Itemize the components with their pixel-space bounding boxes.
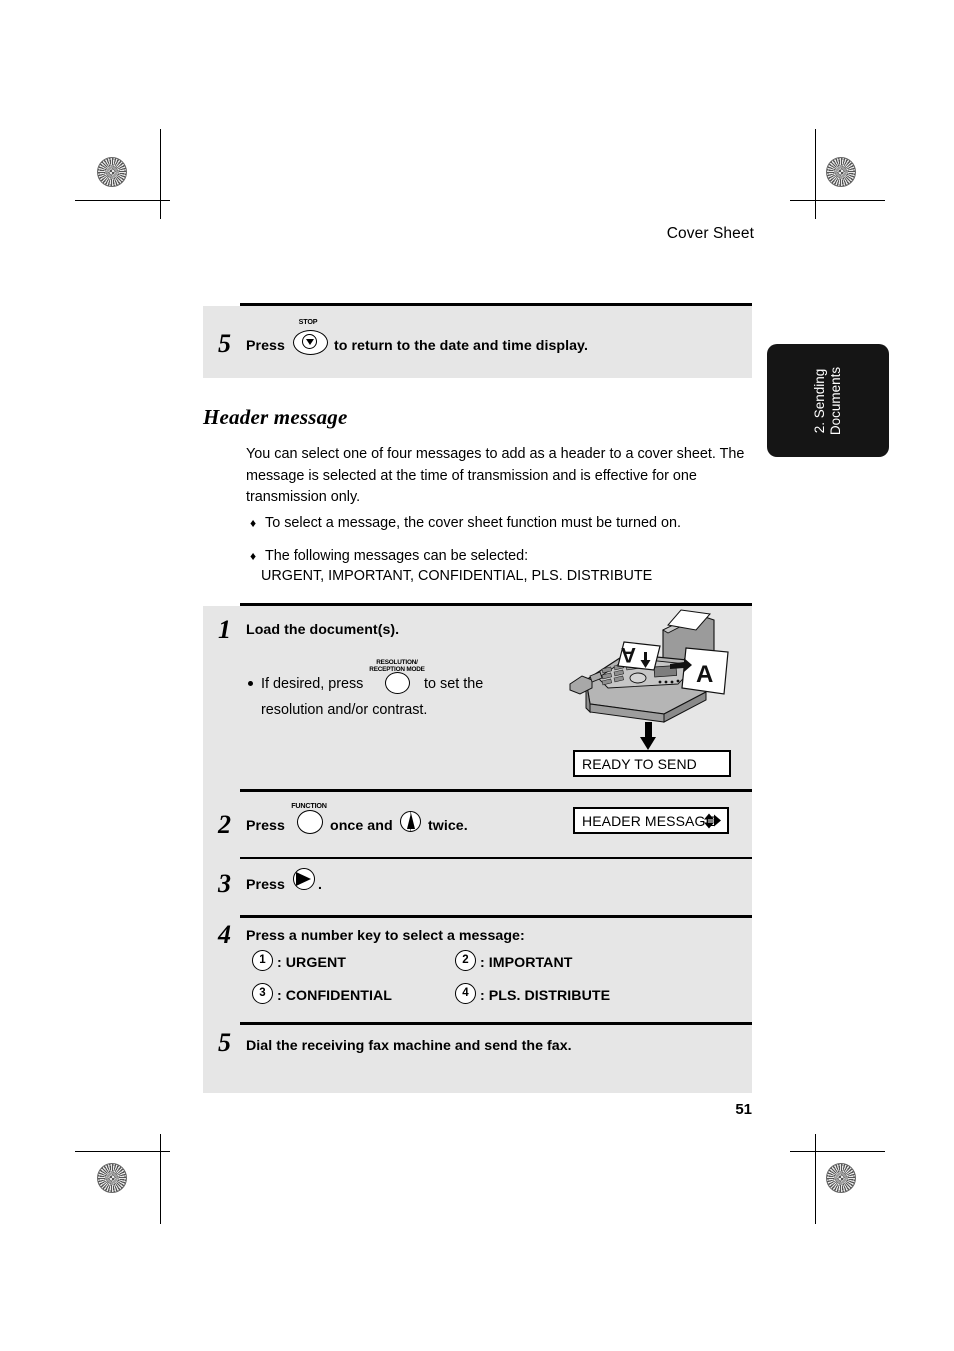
number-key-1[interactable]: 1 [252,950,273,971]
step3-number: 3 [218,869,231,898]
step3-rule [240,857,752,860]
step1-sub-text-line2: resolution and/or contrast. [261,702,428,718]
step1-sub-text-pre: If desired, press [261,676,364,692]
function-key-label: FUNCTION [291,801,327,810]
step5-rule [240,1022,752,1026]
step1-sub-text-post: to set the [424,676,484,692]
top-step-number: 5 [218,329,231,358]
chapter-thumb-tab-line2: Documents [828,366,843,435]
trim-line-top-left-h [75,200,170,202]
step2-end-text: twice. [428,818,468,834]
step3-press-label: Press [246,877,285,893]
bullet-glyph-1: ♦ [250,516,257,530]
trim-line-bottom-left-v [160,1134,162,1224]
function-key[interactable] [297,810,323,834]
chapter-thumb-tab-line1: 2. Sending [812,368,827,433]
step2-mid-text: once and [330,818,393,834]
chapter-thumb-tab-text: 2. Sending Documents [812,366,844,434]
registration-mark-bottom-center [446,1152,492,1198]
step1-sub-bullet [248,681,253,686]
number-key-2[interactable]: 2 [455,950,476,971]
lcd-display-ready-to-send: READY TO SEND [573,750,731,777]
registration-mark-mid-left [92,648,138,694]
lcd-arrow-indicators [704,813,721,828]
trim-line-top-right-h [790,200,885,202]
trim-line-bottom-right-v [815,1134,817,1224]
registration-mark-bottom-left-outer [92,1108,138,1154]
stop-key-label: STOP [298,317,318,326]
trim-line-bottom-right-h [790,1151,885,1153]
step5-title: Dial the receiving fax machine and send … [246,1038,572,1054]
registration-mark-mid-right [818,648,864,694]
step1-title: Load the document(s). [246,622,400,638]
step2-number: 2 [218,810,231,839]
registration-mark-bottom-right-outer [818,1108,864,1154]
top-step-press-label: Press [246,338,285,354]
arrow-right-icon [714,814,721,827]
number-key-3-label: : CONFIDENTIAL [277,988,392,1004]
lcd-header-message-text: HEADER MESSAGE [582,812,715,829]
svg-text:A: A [621,643,636,666]
registration-mark-bottom-right-inner [770,1152,816,1198]
stop-key[interactable] [293,330,328,355]
step2-rule [240,789,752,793]
resolution-reception-mode-key[interactable] [385,672,410,694]
bullet-glyph-2: ♦ [250,549,257,563]
step4-title: Press a number key to select a message: [246,928,525,944]
number-key-4[interactable]: 4 [455,983,476,1004]
start-arrow-icon [296,872,311,886]
trim-line-bottom-left-h [75,1151,170,1153]
bullet-item-2-line1: The following messages can be selected: [265,548,529,564]
bullet-item-2-line2: URGENT, IMPORTANT, CONFIDENTIAL, PLS. DI… [261,568,653,584]
registration-dot-top-right [826,157,856,187]
registration-dot-bottom-left [97,1163,127,1193]
number-key-1-label: : URGENT [277,955,346,971]
svg-text:A: A [696,661,713,688]
step2-press-label: Press [246,818,285,834]
step5-number: 5 [218,1028,231,1057]
number-key-2-label: : IMPORTANT [480,955,573,971]
registration-mark-top-right-inner [770,149,816,195]
bullet-item-1: To select a message, the cover sheet fun… [265,515,681,531]
step4-rule [240,915,752,919]
registration-dot-top-left [97,157,127,187]
section-intro-paragraph: You can select one of four messages to a… [246,446,745,505]
lcd-display-header-message: HEADER MESSAGE [573,807,729,834]
number-key-4-label: : PLS. DISTRIBUTE [480,988,611,1004]
page-number: 51 [735,1101,752,1118]
section-heading: Header message [203,405,348,429]
page-running-head: Cover Sheet [666,225,754,242]
step4-number: 4 [218,920,231,949]
arrow-up-key[interactable] [400,811,421,832]
registration-dot-bottom-right [826,1163,856,1193]
step3-trailing-period: . [318,877,322,893]
fax-machine-illustration: A A [568,608,748,728]
start-key[interactable] [293,868,315,890]
chapter-thumb-tab: 2. Sending Documents [767,344,889,457]
step1-number: 1 [218,615,231,644]
trim-line-top-left-v [160,129,162,219]
number-key-3[interactable]: 3 [252,983,273,1004]
stop-icon [302,334,317,349]
top-step-trailing-text: to return to the date and time display. [334,338,588,354]
arrow-up-down-icon [704,813,714,828]
trim-line-top-right-v [815,129,817,219]
